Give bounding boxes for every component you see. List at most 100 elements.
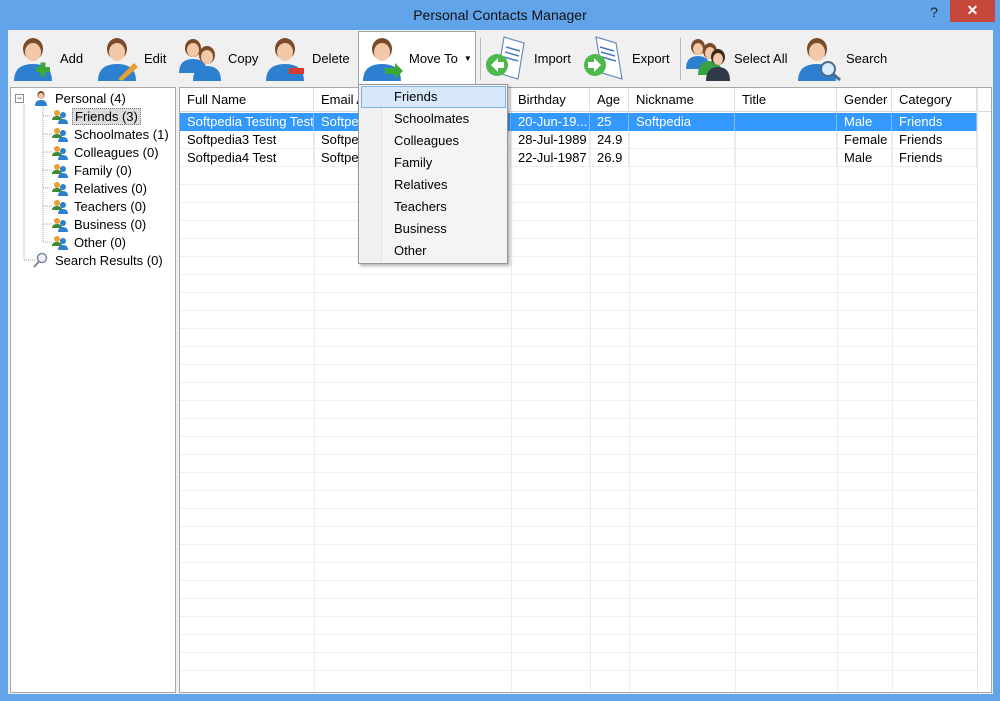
column-header-birthday[interactable]: Birthday <box>511 88 590 112</box>
grid-line <box>180 436 977 437</box>
tree-item-relatives[interactable]: Relatives (0) <box>52 179 149 197</box>
cell-age: 24.9 <box>590 131 629 149</box>
cell-category: Friends <box>892 113 977 131</box>
move-to-button-label: Move To <box>409 50 458 66</box>
group-icon <box>52 128 68 142</box>
cell-nickname <box>629 149 735 167</box>
tree-collapse-icon[interactable]: − <box>15 94 24 103</box>
grid-right-edge <box>977 88 978 692</box>
delete-button-label: Delete <box>312 50 350 66</box>
window-title: Personal Contacts Manager <box>413 7 587 23</box>
column-header-age[interactable]: Age <box>590 88 629 112</box>
menu-item-relatives[interactable]: Relatives <box>361 174 506 196</box>
add-button-label: Add <box>60 50 84 66</box>
edit-button[interactable]: Edit <box>94 32 166 84</box>
table-row[interactable]: Softpedia3 Test Softpe 28-Jul-1989 24.9 … <box>180 131 977 149</box>
delete-contact-icon <box>266 38 304 81</box>
cell-gender: Male <box>837 149 892 167</box>
column-header-nickname[interactable]: Nickname <box>629 88 735 112</box>
magnifier-icon <box>33 252 48 268</box>
client-area: Add Edit Copy Delete Move To ▼ Import Ex… <box>8 30 993 694</box>
select-all-icon <box>686 39 730 81</box>
close-button[interactable]: ✕ <box>950 0 995 22</box>
cell-birthday: 22-Jul-1987 <box>511 149 590 167</box>
menu-item-other[interactable]: Other <box>361 240 506 262</box>
grid-line <box>180 490 977 491</box>
grid-line <box>180 400 977 401</box>
tree-item-business[interactable]: Business (0) <box>52 215 148 233</box>
grid-line <box>180 634 977 635</box>
move-to-button[interactable]: Move To ▼ <box>358 31 476 85</box>
grid-line <box>180 418 977 419</box>
grid-line <box>180 562 977 563</box>
grid-line <box>180 616 977 617</box>
tree-item-friends[interactable]: Friends (3) <box>52 107 141 125</box>
cell-nickname <box>629 131 735 149</box>
tree-item-schoolmates[interactable]: Schoolmates (1) <box>52 125 171 143</box>
import-button-label: Import <box>534 50 571 66</box>
menu-item-teachers[interactable]: Teachers <box>361 196 506 218</box>
table-row[interactable]: Softpedia Testing Test Softpe 20-Jun-19.… <box>180 113 977 131</box>
move-contact-icon <box>363 38 403 81</box>
cell-birthday: 28-Jul-1989 <box>511 131 590 149</box>
grid-line <box>892 112 893 692</box>
cell-age: 26.9 <box>590 149 629 167</box>
grid-line <box>180 652 977 653</box>
column-header-full-name[interactable]: Full Name <box>180 88 314 112</box>
import-button[interactable]: Import <box>484 32 571 84</box>
toolbar-separator <box>680 38 681 80</box>
group-icon <box>52 236 68 250</box>
menu-item-business[interactable]: Business <box>361 218 506 240</box>
menu-item-schoolmates[interactable]: Schoolmates <box>361 108 506 130</box>
tree-item-family[interactable]: Family (0) <box>52 161 134 179</box>
copy-contact-icon <box>179 39 221 81</box>
tree-item-search-results[interactable]: Search Results (0) <box>33 251 165 269</box>
search-contact-icon <box>798 38 841 81</box>
tree-item-other[interactable]: Other (0) <box>52 233 128 251</box>
tree-item-colleagues[interactable]: Colleagues (0) <box>52 143 161 161</box>
cell-title <box>735 149 837 167</box>
group-icon <box>52 164 68 178</box>
cell-full-name: Softpedia4 Test <box>180 149 314 167</box>
menu-item-colleagues[interactable]: Colleagues <box>361 130 506 152</box>
grid-line <box>180 598 977 599</box>
search-button[interactable]: Search <box>796 32 887 84</box>
toolbar: Add Edit Copy Delete Move To ▼ Import Ex… <box>8 30 993 86</box>
delete-button[interactable]: Delete <box>262 32 350 84</box>
group-icon <box>52 110 68 124</box>
group-icon <box>52 182 68 196</box>
cell-birthday: 20-Jun-19... <box>511 113 590 131</box>
export-button[interactable]: Export <box>582 32 670 84</box>
copy-button-label: Copy <box>228 50 259 66</box>
column-header-title[interactable]: Title <box>735 88 837 112</box>
table-row[interactable]: Softpedia4 Test Softpe 22-Jul-1987 26.9 … <box>180 149 977 167</box>
search-button-label: Search <box>846 50 888 66</box>
help-button[interactable]: ? <box>920 1 948 23</box>
grid-line <box>180 508 977 509</box>
column-header-category[interactable]: Category <box>892 88 977 112</box>
copy-button[interactable]: Copy <box>178 32 258 84</box>
app-window: Personal Contacts Manager ? ✕ Add Edit C… <box>0 0 1000 701</box>
tree-item-label: Schoolmates (1) <box>74 126 169 142</box>
tree-item-label: Teachers (0) <box>74 198 147 214</box>
select-all-button[interactable]: Select All <box>684 32 787 84</box>
menu-item-family[interactable]: Family <box>361 152 506 174</box>
menu-item-friends[interactable]: Friends <box>361 86 506 108</box>
grid-line <box>180 328 977 329</box>
grid-line <box>180 580 977 581</box>
toolbar-separator <box>480 38 481 80</box>
tree-item-teachers[interactable]: Teachers (0) <box>52 197 148 215</box>
add-button[interactable]: Add <box>10 32 83 84</box>
grid-line <box>629 112 630 692</box>
cell-gender: Male <box>837 113 892 131</box>
tree-item-label: Personal (4) <box>55 90 126 106</box>
grid-line <box>180 220 977 221</box>
cell-category: Friends <box>892 149 977 167</box>
tree-item-label: Other (0) <box>74 234 127 250</box>
column-header-gender[interactable]: Gender <box>837 88 892 112</box>
tree-item-label: Family (0) <box>74 162 132 178</box>
grid-line <box>180 256 977 257</box>
tree-item-label: Relatives (0) <box>74 180 147 196</box>
tree-item-personal[interactable]: Personal (4) <box>33 89 128 107</box>
title-bar: Personal Contacts Manager ? ✕ <box>0 0 1000 30</box>
